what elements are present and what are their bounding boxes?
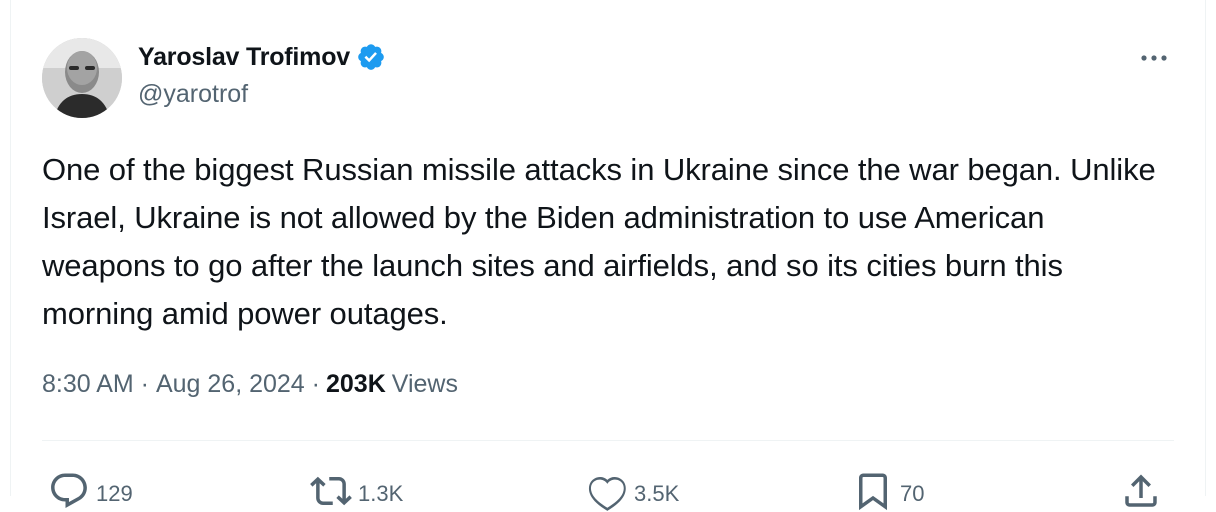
reply-button[interactable]: 129 — [48, 470, 133, 512]
like-button[interactable]: 3.5K — [586, 470, 679, 512]
meta-separator: · — [304, 370, 320, 398]
author-name[interactable]: Yaroslav Trofimov — [138, 43, 350, 72]
tweet-time[interactable]: 8:30 AM — [42, 370, 134, 399]
repost-button[interactable]: 1.3K — [310, 470, 403, 512]
reply-count: 129 — [96, 481, 133, 506]
tweet-date[interactable]: Aug 26, 2024 — [156, 370, 305, 399]
repost-icon — [310, 476, 352, 506]
tweet-meta: 8:30 AM · Aug 26, 2024 · 203K Views — [42, 370, 458, 399]
meta-separator: · — [133, 370, 156, 398]
author-name-row: Yaroslav Trofimov — [138, 40, 386, 74]
share-button[interactable] — [1120, 470, 1162, 512]
views-count: 203K — [325, 370, 386, 398]
avatar[interactable] — [42, 38, 122, 118]
divider — [42, 440, 1174, 441]
bookmark-count: 70 — [900, 481, 925, 506]
verified-badge-icon — [358, 44, 384, 70]
like-icon — [588, 476, 626, 511]
views-label: Views — [391, 370, 458, 398]
author-handle[interactable]: @yarotrof — [138, 80, 248, 109]
like-count: 3.5K — [634, 481, 680, 506]
bookmark-icon — [859, 473, 887, 511]
tweet-text: One of the biggest Russian missile attac… — [42, 152, 1156, 331]
share-icon — [1125, 474, 1157, 507]
more-options-icon[interactable] — [1136, 44, 1172, 72]
reply-icon — [51, 473, 87, 508]
repost-count: 1.3K — [358, 481, 404, 506]
bookmark-button[interactable]: 70 — [852, 470, 924, 512]
